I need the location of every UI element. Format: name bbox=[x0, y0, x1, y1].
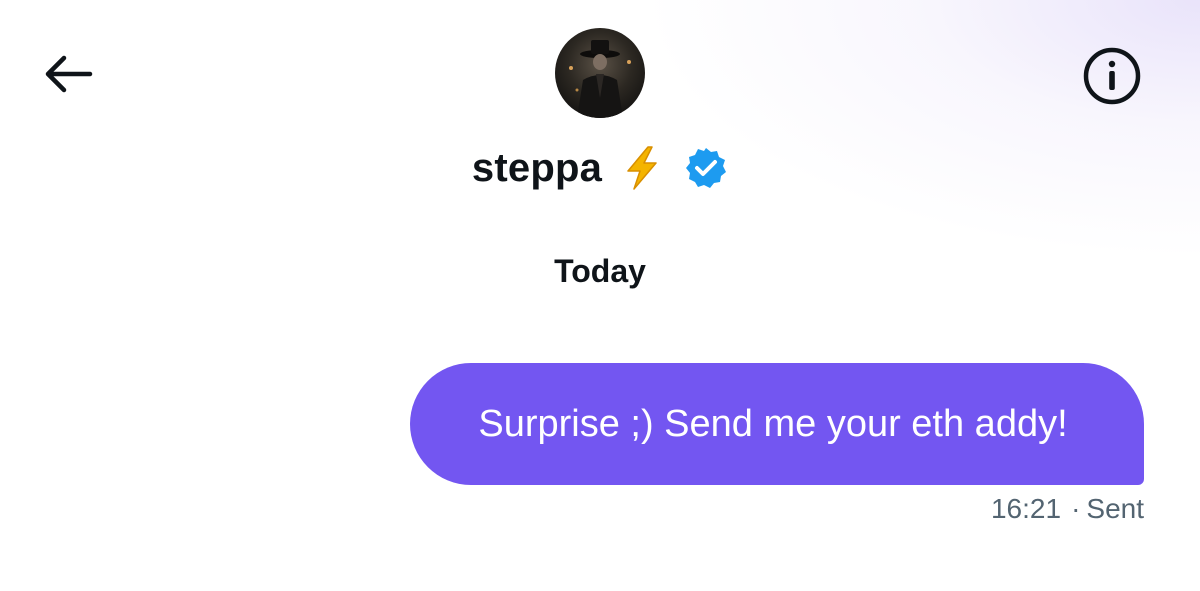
profile-name-row[interactable]: steppa bbox=[0, 142, 1200, 194]
message-meta: 16:21 · Sent bbox=[991, 493, 1144, 525]
arrow-left-icon bbox=[45, 55, 93, 93]
info-button[interactable] bbox=[1076, 44, 1148, 108]
profile-name: steppa bbox=[471, 145, 603, 190]
verified-badge-icon bbox=[684, 146, 728, 190]
background-tint bbox=[640, 0, 1200, 260]
message-text: Surprise ;) Send me your eth addy! bbox=[478, 402, 1068, 445]
message-time: 16:21 bbox=[990, 493, 1062, 524]
info-circle-icon bbox=[1083, 47, 1141, 105]
avatar-image bbox=[555, 28, 645, 118]
date-separator: Today bbox=[554, 253, 646, 289]
meta-separator: · bbox=[1071, 493, 1081, 524]
back-button[interactable] bbox=[36, 46, 100, 102]
message-status: Sent bbox=[1086, 493, 1144, 524]
lightning-bolt-icon bbox=[622, 145, 662, 191]
message-bubble[interactable]: Surprise ;) Send me your eth addy! bbox=[410, 363, 1144, 485]
avatar[interactable] bbox=[555, 28, 645, 118]
